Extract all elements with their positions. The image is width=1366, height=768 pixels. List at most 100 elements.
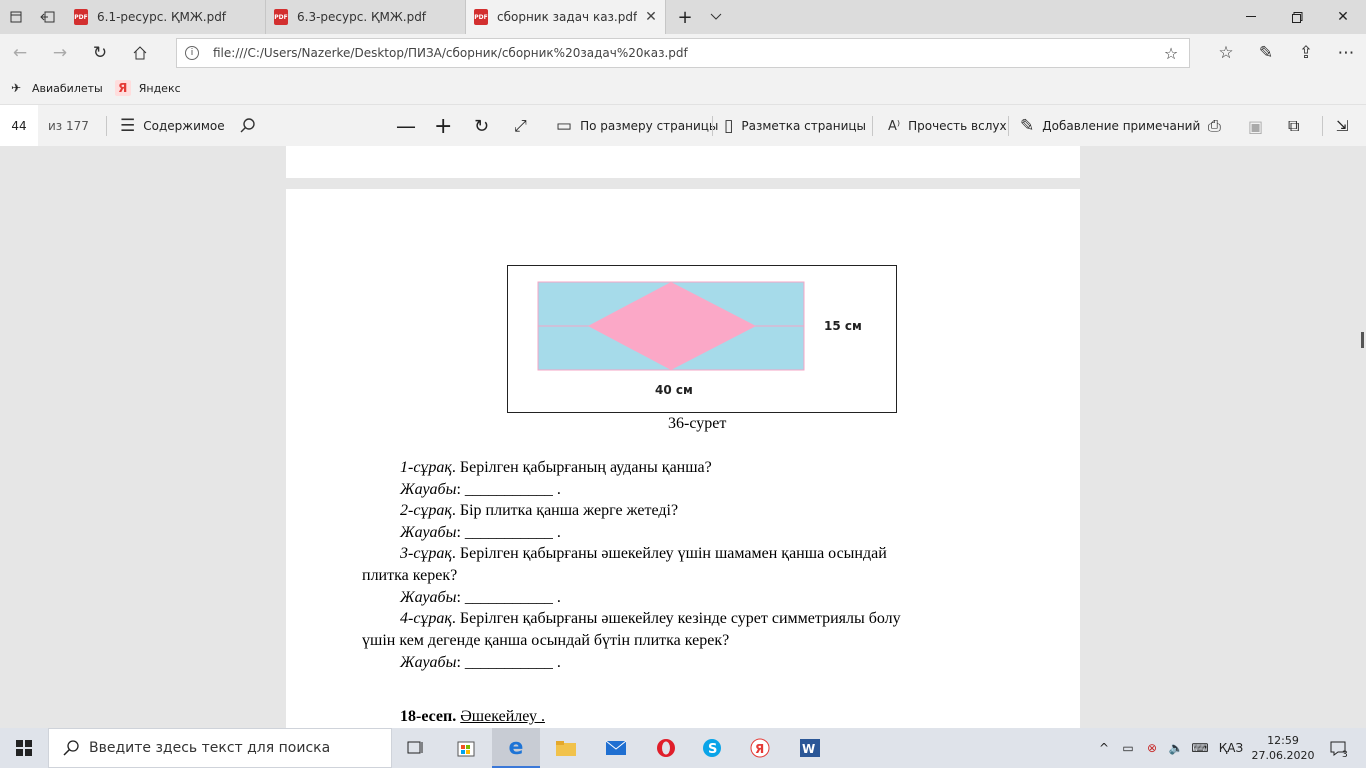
zoom-in-icon[interactable]: + <box>434 105 452 147</box>
favorite-yandex[interactable]: Я Яндекс <box>114 80 181 96</box>
forward-icon[interactable]: → <box>42 34 78 72</box>
more-icon[interactable]: ⋯ <box>1328 34 1364 72</box>
favorite-aviabilety-label: Авиабилеты <box>32 81 103 95</box>
address-url[interactable]: file:///C:/Users/Nazerke/Desktop/ПИЗА/сб… <box>213 46 1153 60</box>
tile-figure: 15 см 40 см <box>537 281 862 397</box>
info-icon[interactable]: i <box>185 46 199 60</box>
tab-actions-icon[interactable] <box>0 0 32 34</box>
pdf-toolbar: 44 из 177 ☰ Содержимое — + ↻ ⤢ ▭ По разм… <box>0 104 1366 147</box>
task-view-icon[interactable] <box>392 728 440 768</box>
question-1: 1-сұрақ. Берілген қабырғаның ауданы қанш… <box>400 459 712 477</box>
pen-icon: ✎ <box>1020 116 1035 136</box>
network-offline-icon[interactable]: ⊗ <box>1140 728 1164 768</box>
chevron-down-icon[interactable] <box>702 0 730 34</box>
page-number-input[interactable]: 44 <box>0 105 38 147</box>
divider <box>712 116 713 136</box>
restore-icon[interactable] <box>1274 0 1320 34</box>
clock[interactable]: 12:59 27.06.2020 <box>1250 728 1316 768</box>
width-label: 40 см <box>655 383 693 397</box>
pen-icon[interactable]: ✎ <box>1248 34 1284 72</box>
home-icon[interactable] <box>122 34 158 72</box>
answer-blank: : ___________ . <box>456 654 561 671</box>
svg-text:Я: Я <box>755 742 764 756</box>
current-page: 15 см 40 см 36-сурет 1-сұрақ. Берілген қ… <box>286 189 1080 728</box>
answer-blank: : ___________ . <box>456 589 561 606</box>
answer-1: Жауабы: ___________ . <box>400 481 561 499</box>
print-icon[interactable]: ⎙ <box>1208 105 1221 147</box>
tab-3[interactable]: PDF сборник задач каз.pdf ✕ <box>466 0 666 34</box>
search-icon[interactable] <box>240 105 256 147</box>
read-aloud-icon: A⁾ <box>888 118 901 134</box>
zoom-out-icon[interactable]: — <box>396 105 416 147</box>
save-as-icon[interactable]: ⧉ <box>1288 105 1299 147</box>
question-4-text: . Берілген қабырғаны әшекейлеу кезінде с… <box>451 610 901 627</box>
fullscreen-icon[interactable]: ⤢ <box>514 105 527 147</box>
edge-icon[interactable]: e <box>492 728 540 768</box>
answer-label: Жауабы <box>400 589 457 606</box>
answer-2: Жауабы: ___________ . <box>400 524 561 542</box>
notification-center-icon[interactable]: 3 <box>1318 728 1358 768</box>
fit-page-button[interactable]: ▭ По размеру страницы <box>556 105 718 147</box>
taskbar-search[interactable]: Введите здесь текст для поиска <box>48 728 392 768</box>
divider <box>872 116 873 136</box>
tab-2-label: 6.3-ресурс. ҚМЖ.pdf <box>297 10 427 24</box>
file-explorer-icon[interactable] <box>542 728 590 768</box>
new-tab-icon[interactable]: + <box>668 0 702 34</box>
store-icon[interactable] <box>442 728 490 768</box>
refresh-icon[interactable]: ↻ <box>82 34 118 72</box>
tab-3-label: сборник задач каз.pdf <box>497 10 637 24</box>
chevron-up-icon[interactable]: ^ <box>1094 728 1114 768</box>
page-layout-icon: ▯ <box>724 116 734 136</box>
favorites-list-icon[interactable]: ☆ <box>1208 34 1244 72</box>
language-indicator[interactable]: ҚАЗ <box>1214 728 1248 768</box>
favorite-star-icon[interactable]: ☆ <box>1153 44 1189 63</box>
favorite-aviabilety[interactable]: ✈ Авиабилеты <box>8 80 103 96</box>
share-icon[interactable]: ⇪ <box>1288 34 1324 72</box>
question-2-label: 2-сұрақ <box>400 502 452 519</box>
contents-button[interactable]: ☰ Содержимое <box>120 105 225 147</box>
annotations-button[interactable]: ✎ Добавление примечаний <box>1020 105 1200 147</box>
yandex-browser-icon[interactable]: Я <box>736 728 784 768</box>
layout-button[interactable]: ▯ Разметка страницы <box>724 105 866 147</box>
save-icon[interactable]: ▣ <box>1248 105 1263 147</box>
set-aside-tabs-icon[interactable] <box>32 0 64 34</box>
windows-start-icon[interactable] <box>0 728 48 768</box>
question-3-text: . Берілген қабырғаны әшекейлеу үшін шама… <box>451 545 887 562</box>
height-label: 15 см <box>824 319 862 333</box>
rotate-icon[interactable]: ↻ <box>474 105 489 147</box>
read-aloud-label: Прочесть вслух <box>908 119 1007 133</box>
opera-icon[interactable] <box>642 728 690 768</box>
minimize-icon[interactable] <box>1228 0 1274 34</box>
clock-time: 12:59 <box>1267 734 1299 747</box>
question-2: 2-сұрақ. Бір плитка қанша жерге жетеді? <box>400 502 678 520</box>
answer-3: Жауабы: ___________ . <box>400 589 561 607</box>
tab-1[interactable]: PDF 6.1-ресурс. ҚМЖ.pdf <box>66 0 266 34</box>
fit-page-icon: ▭ <box>556 116 573 136</box>
pdf-viewer: 15 см 40 см 36-сурет 1-сұрақ. Берілген қ… <box>0 146 1366 728</box>
answer-blank: : ___________ . <box>456 524 561 541</box>
mail-icon[interactable] <box>592 728 640 768</box>
answer-blank: : ___________ . <box>456 481 561 498</box>
answer-label: Жауабы <box>400 654 457 671</box>
scrollbar-thumb[interactable] <box>1361 332 1364 348</box>
plane-icon: ✈ <box>10 81 22 95</box>
close-window-icon[interactable]: ✕ <box>1320 0 1366 34</box>
clock-date: 27.06.2020 <box>1251 749 1315 762</box>
search-icon <box>63 740 79 756</box>
pdf-icon: PDF <box>474 9 488 25</box>
word-icon[interactable]: W <box>786 728 834 768</box>
navigation-bar: ← → ↻ i file:///C:/Users/Nazerke/Desktop… <box>0 34 1366 72</box>
unpin-toolbar-icon[interactable]: ⇲ <box>1336 105 1349 147</box>
task-heading: 18-есеп. Әшекейлеу . <box>400 708 545 726</box>
task-number: 18-есеп. <box>400 708 457 725</box>
address-bar[interactable]: i file:///C:/Users/Nazerke/Desktop/ПИЗА/… <box>176 38 1190 68</box>
battery-icon[interactable]: ▭ <box>1116 728 1140 768</box>
volume-icon[interactable]: 🔈 <box>1164 728 1188 768</box>
keyboard-icon[interactable]: ⌨ <box>1188 728 1212 768</box>
annotations-label: Добавление примечаний <box>1042 119 1201 133</box>
skype-icon[interactable]: S <box>688 728 736 768</box>
read-aloud-button[interactable]: A⁾ Прочесть вслух <box>888 105 1007 147</box>
back-icon[interactable]: ← <box>2 34 38 72</box>
tab-2[interactable]: PDF 6.3-ресурс. ҚМЖ.pdf <box>266 0 466 34</box>
close-tab-icon[interactable]: ✕ <box>637 9 665 25</box>
